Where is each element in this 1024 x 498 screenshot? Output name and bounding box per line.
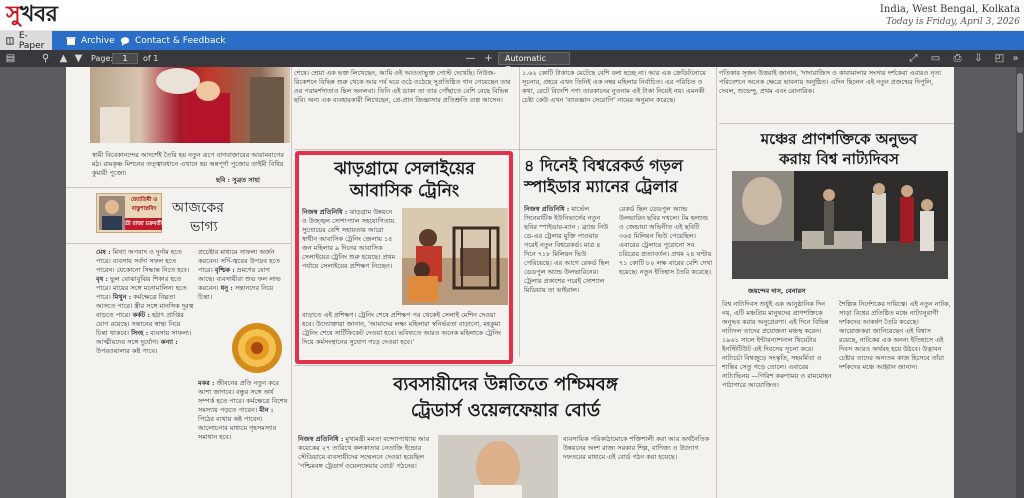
section-divider bbox=[66, 243, 291, 244]
nav-epaper-label: E-Paper bbox=[18, 30, 45, 51]
horoscope-column-1: মেষ : মিথ্যা অপবাদ ও দুর্নাম হতে পারে। ব… bbox=[96, 248, 194, 355]
theatre-article-text-2: শৈল্পিক নির্দেশকের দায়িত্বে। এই নতুন না… bbox=[839, 300, 951, 371]
section-divider bbox=[294, 365, 716, 366]
horoscope-title: আজকের ভাগ্য bbox=[172, 199, 282, 237]
tools-icon[interactable]: » bbox=[1010, 53, 1021, 64]
astrologer-line1: জ্যোতিষী ও bbox=[130, 197, 158, 203]
theatre-article-text: বিশ্ব নাট্যদিবস শুধুই এক আনুষ্ঠানিক দিন … bbox=[722, 300, 832, 389]
traders-headline-line1: ব্যবসায়ীদের উন্নতিতে পশ্চিমবঙ্গ bbox=[393, 374, 618, 395]
article-text-top-right: ১.৬২ কোটি টাকাকে মেটেছে বেশি বলা হচ্ছে ন… bbox=[522, 69, 706, 104]
traders-lead: নিজস্ব প্রতিনিধি : bbox=[298, 435, 344, 443]
theatre-headline-line1: মঞ্চের প্রাণশক্তিকে অনুভব bbox=[760, 130, 918, 148]
traders-headline: ব্যবসায়ীদের উন্নতিতে পশ্চিমবঙ্গ ট্রেডার… bbox=[298, 372, 713, 424]
spiderman-headline-line1: ৪ দিনেই বিশ্বরেকর্ড গড়ল bbox=[524, 156, 684, 175]
zodiac-karkat: কর্কট : bbox=[132, 311, 150, 319]
traders-photo-art bbox=[438, 435, 558, 498]
location-text: India, West Bengal, Kolkata bbox=[879, 4, 1020, 15]
pdf-viewer[interactable]: স্বামী বিবেকানন্দের আদর্শেই তৈরি হয় নতু… bbox=[0, 67, 1024, 498]
article-highlight-box[interactable] bbox=[295, 151, 513, 364]
theatre-headline-line2: করায় বিশ্ব নাট্যদিবস bbox=[779, 150, 899, 168]
nav-epaper[interactable]: E-Paper bbox=[0, 30, 52, 51]
next-page-icon[interactable]: ▼ bbox=[73, 53, 84, 64]
search-icon[interactable]: ⚲ bbox=[40, 53, 51, 64]
zodiac-brish: বৃষ : bbox=[96, 275, 108, 283]
nav-contact[interactable]: Contact & Feedback bbox=[114, 31, 232, 50]
astrologer-box: জ্যোতিষী ও বাস্তুশাস্ত্রবিদ শ্রী রাজা চক… bbox=[96, 193, 162, 233]
archive-icon bbox=[66, 36, 76, 45]
zodiac-mithun: মিথুন : bbox=[112, 293, 132, 301]
column-divider bbox=[519, 67, 520, 357]
location-block: India, West Bengal, Kolkata Today is Fri… bbox=[880, 4, 1020, 28]
pdf-toolbar: ▤ ⚲ ▲ ▼ Page: 1 of 1 — + Automatic Zoom … bbox=[0, 50, 1024, 74]
horoscope-title-line1: আজকের bbox=[172, 200, 224, 216]
open-file-icon[interactable]: ▭ bbox=[930, 53, 941, 64]
horoscope-column-3: মকর : জীবনের প্রতি নতুন করে আশা জাগবে। ব… bbox=[198, 379, 288, 441]
spiderman-article-text-2: রেকর্ড ছিল ডেডপুল অ্যান্ড উলভারিন ছবির দ… bbox=[619, 205, 713, 276]
zodiac-mesh: মেষ : bbox=[96, 248, 111, 256]
horoscope-column-2: প্রচেষ্টার মাধ্যমে সাফল্য অর্জন করবেন। স… bbox=[198, 248, 281, 301]
zodiac-makar: মকর : bbox=[198, 379, 215, 387]
zoom-select[interactable]: Automatic Zoom ▾ bbox=[498, 52, 570, 74]
page-total: of 1 bbox=[143, 54, 159, 63]
page-label: Page: bbox=[91, 54, 114, 63]
theatre-headline: মঞ্চের প্রাণশক্তিকে অনুভব করায় বিশ্ব না… bbox=[728, 129, 950, 169]
zodiac-singha: সিংহ : bbox=[131, 329, 149, 337]
chat-icon bbox=[120, 36, 130, 46]
print-icon[interactable]: ⎙ bbox=[952, 53, 963, 64]
section-divider bbox=[66, 187, 291, 188]
astrologer-name: শ্রী রাজা চক্রবর্তী bbox=[125, 218, 162, 230]
download-icon[interactable]: ⇩ bbox=[973, 53, 984, 64]
zoom-out-button[interactable]: — bbox=[465, 53, 476, 64]
main-nav: E-Paper Archive Contact & Feedback bbox=[0, 30, 1024, 51]
scrollbar-thumb[interactable] bbox=[1017, 73, 1023, 133]
theatre-photo-art bbox=[732, 171, 948, 279]
site-logo[interactable]: সুখবর bbox=[6, 2, 58, 28]
temple-photo bbox=[90, 67, 290, 143]
site-header: সুখবর India, West Bengal, Kolkata Today … bbox=[0, 0, 1024, 31]
traders-photo bbox=[438, 435, 558, 498]
traders-article-text-2: ব্যবসায়িক পরিকাঠামোকে শক্তিশালী করা আর … bbox=[563, 435, 710, 461]
horoscope-title-line2: ভাগ্য bbox=[190, 219, 218, 235]
spiderman-headline-line2: স্পাইডার ম্যানের ট্রেলার bbox=[524, 177, 678, 196]
nav-archive-label: Archive bbox=[81, 35, 115, 46]
theatre-byline: জয়ন্দেব দাস, বেনারস bbox=[748, 287, 806, 295]
spiderman-article-text: নিজস্ব প্রতিনিধি : মার্ভেল সিনেমাটিক ইউন… bbox=[524, 205, 610, 294]
traders-headline-line2: ট্রেডার্স ওয়েলফেয়ার বোর্ড bbox=[410, 400, 601, 421]
zodiac-wheel-icon bbox=[232, 323, 282, 373]
sidebar-toggle-icon[interactable]: ▤ bbox=[5, 53, 16, 64]
previous-page-icon[interactable]: ▲ bbox=[58, 53, 69, 64]
article-text-top: শেষে। শ্রেয়া এক ভক্ত লিখেছেন, আমি ওই আও… bbox=[294, 69, 511, 104]
spiderman-headline: ৪ দিনেই বিশ্বরেকর্ড গড়ল স্পাইডার ম্যানে… bbox=[524, 155, 714, 197]
nav-archive[interactable]: Archive bbox=[60, 31, 121, 50]
zoom-in-button[interactable]: + bbox=[483, 53, 494, 64]
nav-contact-label: Contact & Feedback bbox=[135, 35, 226, 46]
zodiac-kanya: কন্যা : bbox=[160, 338, 178, 346]
theatre-photo bbox=[732, 171, 948, 279]
column-divider bbox=[716, 67, 717, 498]
vertical-scrollbar[interactable] bbox=[1016, 67, 1024, 498]
newspaper-page: স্বামী বিবেকানন্দের আদর্শেই তৈরি হয় নতু… bbox=[66, 67, 954, 498]
article-text-top-far-right: গতিকার সৃজন উত্তরাই জানান, 'দাদারাজিস ও … bbox=[719, 69, 942, 95]
bookmark-icon[interactable]: ◰ bbox=[994, 53, 1005, 64]
traders-article-text: নিজস্ব প্রতিনিধি : মুখ্যমন্ত্রী মমতা বন্… bbox=[298, 435, 430, 470]
book-icon bbox=[6, 36, 14, 45]
zodiac-brishchik: বৃশ্চিক : bbox=[214, 266, 235, 274]
section-divider bbox=[719, 123, 954, 124]
zodiac-meen: মীন : bbox=[259, 406, 274, 414]
temple-photo-art bbox=[100, 68, 284, 143]
page-number-input[interactable]: 1 bbox=[112, 53, 138, 64]
zodiac-dhanu: ধনু : bbox=[220, 284, 233, 292]
top-photo-credit: ছবি : সুব্রত সাহা bbox=[216, 176, 260, 184]
date-text: Today is Friday, April 3, 2026 bbox=[886, 17, 1020, 27]
astrologer-avatar bbox=[99, 196, 125, 230]
section-divider bbox=[294, 149, 716, 150]
column-divider bbox=[291, 67, 292, 498]
spiderman-lead: নিজস্ব প্রতিনিধি : bbox=[524, 205, 570, 213]
astrologer-line2: বাস্তুশাস্ত্রবিদ bbox=[131, 206, 157, 212]
presentation-mode-icon[interactable]: ⤢ bbox=[908, 53, 919, 64]
